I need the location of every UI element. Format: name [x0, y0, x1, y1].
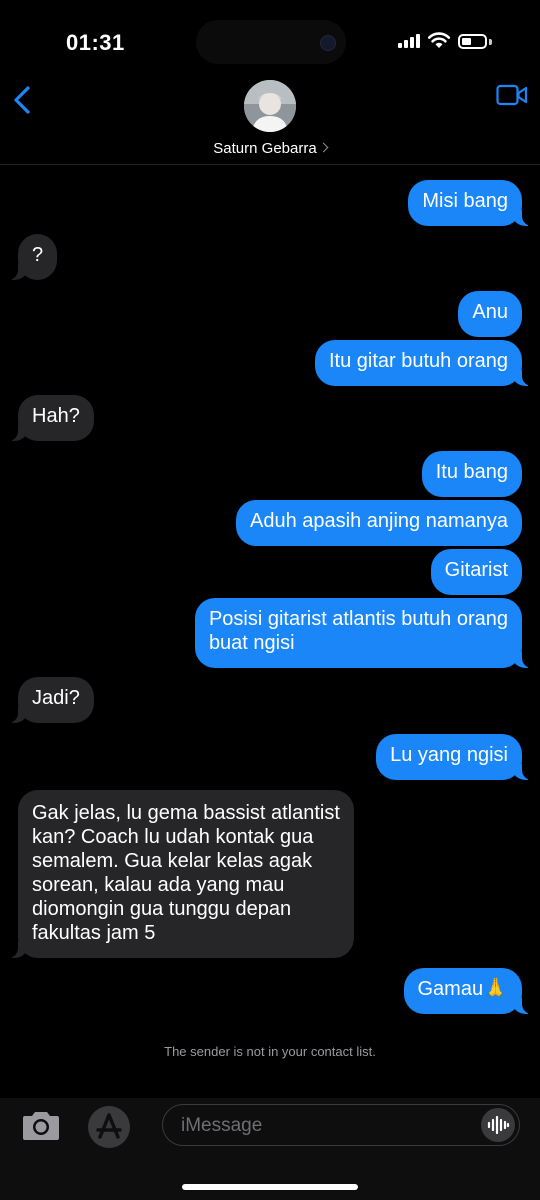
cellular-signal-icon — [398, 34, 422, 48]
incoming-message[interactable]: ? — [5, 234, 58, 280]
camera-indicator — [320, 35, 336, 51]
imessage-placeholder: iMessage — [181, 1115, 263, 1136]
contact-name-label: Saturn Gebarra — [213, 140, 317, 157]
outgoing-message[interactable]: Itu gitar butuh orang — [314, 340, 535, 386]
audio-message-icon[interactable] — [481, 1108, 515, 1142]
incoming-message[interactable]: Hah? — [6, 395, 94, 441]
outgoing-message[interactable]: Misi bang — [408, 180, 534, 226]
contact-avatar[interactable] — [244, 80, 296, 132]
outgoing-message[interactable]: Gitarist — [430, 549, 522, 595]
outgoing-message[interactable]: Lu yang ngisi — [376, 734, 534, 780]
app-store-icon[interactable] — [88, 1106, 130, 1148]
battery-tip — [489, 39, 492, 45]
incoming-message[interactable]: Jadi? — [6, 677, 94, 723]
outgoing-message[interactable]: Gamau🙏 — [403, 968, 534, 1014]
outgoing-message[interactable]: Anu — [458, 291, 522, 337]
battery-icon — [458, 34, 487, 49]
outgoing-message[interactable]: Itu bang — [421, 451, 522, 497]
contact-name[interactable]: Saturn Gebarra — [0, 140, 540, 157]
home-indicator[interactable] — [182, 1184, 358, 1190]
status-bar: 01:31 — [0, 0, 540, 80]
camera-icon[interactable] — [20, 1110, 62, 1142]
status-time: 01:31 — [66, 30, 125, 55]
outgoing-message[interactable]: Aduh apasih anjing namanya — [236, 500, 522, 546]
unknown-sender-notice: The sender is not in your contact list. — [164, 1044, 376, 1059]
wifi-icon — [427, 32, 451, 48]
outgoing-message[interactable]: Posisi gitarist atlantis butuh orang bua… — [194, 598, 535, 668]
chevron-right-icon — [318, 142, 329, 153]
back-chevron-icon[interactable] — [8, 80, 38, 120]
incoming-message[interactable]: Gak jelas, lu gema bassist atlantist kan… — [6, 790, 354, 958]
video-call-icon[interactable] — [496, 84, 528, 106]
conversation-header: Saturn Gebarra — [0, 72, 540, 165]
imessage-input[interactable]: iMessage — [162, 1104, 520, 1146]
